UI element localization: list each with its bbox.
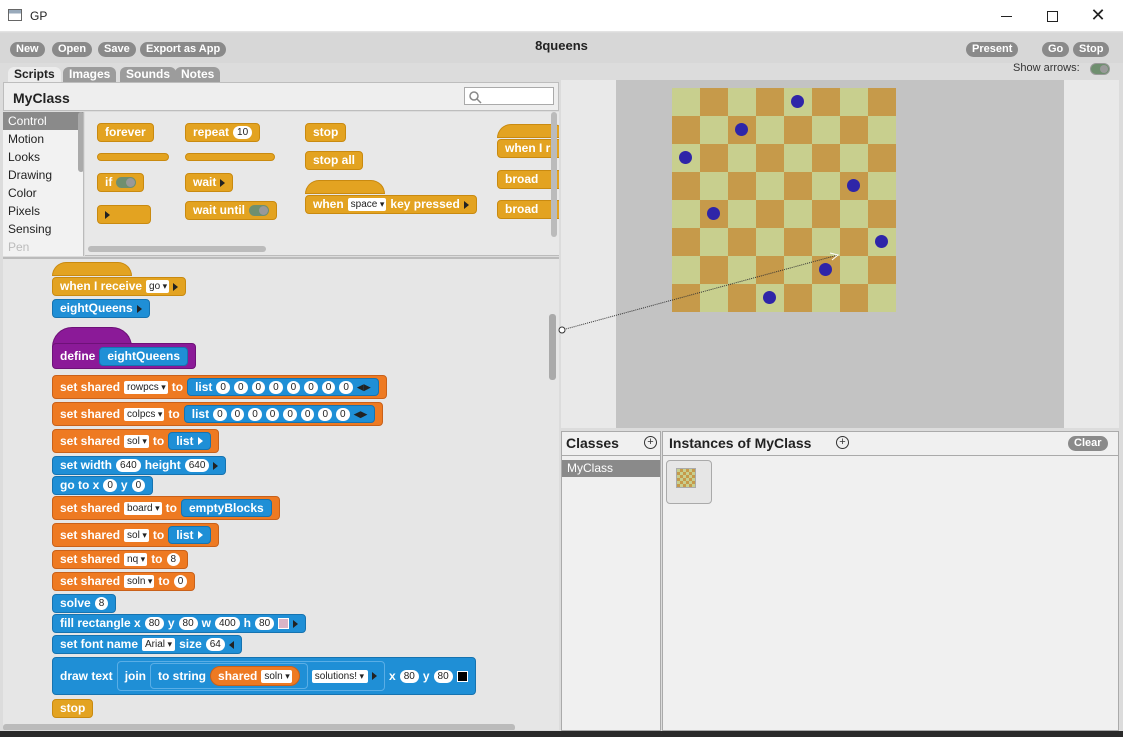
taskbar-edge — [0, 731, 1123, 737]
instances-title: Instances of MyClass — [669, 435, 812, 451]
instances-panel: Instances of MyClass + Clear — [662, 431, 1119, 731]
divider — [663, 455, 1118, 456]
add-instance-icon[interactable]: + — [836, 436, 849, 449]
board-thumbnail-icon — [676, 468, 696, 488]
clear-button[interactable]: Clear — [1068, 436, 1108, 451]
class-list-item[interactable]: MyClass — [562, 460, 660, 477]
classes-panel: Classes + MyClass — [561, 431, 661, 731]
divider — [562, 455, 660, 456]
classes-title: Classes — [566, 435, 619, 451]
instance-thumbnail[interactable] — [666, 460, 712, 504]
add-class-icon[interactable]: + — [644, 436, 657, 449]
